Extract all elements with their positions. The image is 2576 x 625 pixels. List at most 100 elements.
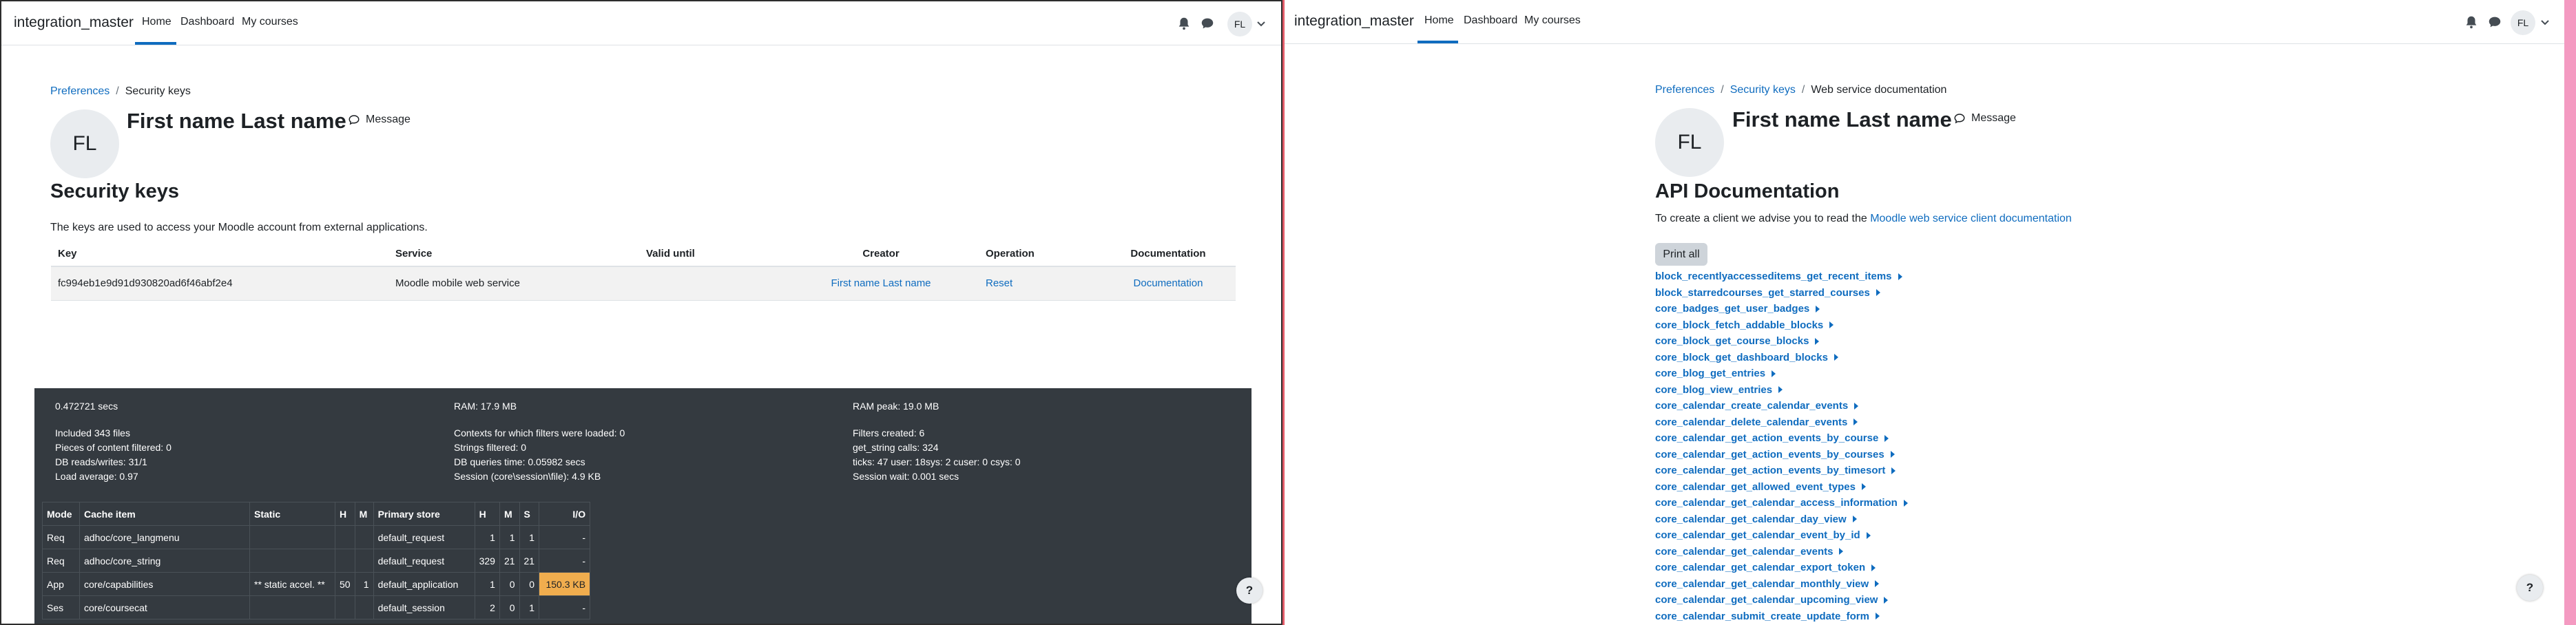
user-menu-chevron-down-icon[interactable] — [2539, 17, 2551, 28]
messages-icon[interactable] — [1200, 16, 1215, 31]
function-name[interactable]: core_calendar_get_allowed_event_types — [1655, 481, 1856, 493]
function-item[interactable]: core_calendar_get_action_events_by_times… — [1655, 463, 1908, 479]
cache-col-m2: M — [499, 502, 520, 526]
expand-triangle-icon[interactable] — [1853, 419, 1858, 426]
nav-dashboard[interactable]: Dashboard — [180, 16, 234, 28]
function-name[interactable]: core_block_fetch_addable_blocks — [1655, 319, 1823, 331]
user-avatar[interactable]: FL — [1227, 12, 1252, 36]
expand-triangle-icon[interactable] — [1890, 451, 1895, 458]
function-item[interactable]: core_calendar_get_calendar_events — [1655, 544, 1908, 560]
function-item[interactable]: core_calendar_get_action_events_by_cours… — [1655, 430, 1908, 447]
function-name[interactable]: core_block_get_dashboard_blocks — [1655, 352, 1828, 363]
function-item[interactable]: core_block_get_course_blocks — [1655, 333, 1908, 350]
expand-triangle-icon[interactable] — [1903, 499, 1908, 507]
perf-load: Load average: 0.97 — [55, 471, 138, 482]
function-item[interactable]: core_calendar_delete_calendar_events — [1655, 414, 1908, 431]
function-name[interactable]: core_calendar_get_action_events_by_times… — [1655, 465, 1885, 476]
function-item[interactable]: core_calendar_get_calendar_export_token — [1655, 560, 1908, 576]
expand-triangle-icon[interactable] — [1778, 386, 1783, 394]
expand-triangle-icon[interactable] — [1829, 321, 1834, 329]
perf-session: Session (core\session\file): 4.9 KB — [454, 471, 601, 482]
function-item[interactable]: core_blog_get_entries — [1655, 366, 1908, 382]
expand-triangle-icon[interactable] — [1816, 305, 1820, 312]
message-button[interactable]: Message — [348, 114, 411, 126]
expand-triangle-icon[interactable] — [1834, 354, 1838, 361]
help-button[interactable]: ? — [2517, 575, 2543, 601]
function-name[interactable]: core_calendar_create_calendar_events — [1655, 400, 1848, 412]
expand-triangle-icon[interactable] — [1884, 434, 1889, 442]
expand-triangle-icon[interactable] — [1854, 402, 1859, 410]
function-item[interactable]: core_block_get_dashboard_blocks — [1655, 350, 1908, 366]
user-menu-chevron-down-icon[interactable] — [1256, 18, 1267, 29]
function-name[interactable]: core_calendar_get_calendar_monthly_view — [1655, 578, 1869, 590]
site-brand[interactable]: integration_master — [1294, 13, 1414, 30]
function-item[interactable]: core_blog_view_entries — [1655, 382, 1908, 399]
documentation-link[interactable]: Documentation — [1134, 277, 1203, 289]
client-docs-link[interactable]: Moodle web service client documentation — [1870, 213, 2072, 224]
print-all-button[interactable]: Print all — [1655, 243, 1707, 266]
reset-link[interactable]: Reset — [986, 277, 1012, 289]
function-item[interactable]: core_calendar_get_calendar_day_view — [1655, 511, 1908, 528]
breadcrumb-current: Security keys — [125, 85, 191, 97]
nav-my-courses[interactable]: My courses — [1524, 14, 1581, 27]
function-item[interactable]: block_starredcourses_get_starred_courses — [1655, 285, 1908, 301]
expand-triangle-icon[interactable] — [1875, 613, 1880, 620]
function-name[interactable]: core_blog_get_entries — [1655, 368, 1765, 379]
message-button[interactable]: Message — [1953, 112, 2016, 125]
messages-icon[interactable] — [2487, 14, 2502, 30]
function-item[interactable]: core_badges_get_user_badges — [1655, 301, 1908, 317]
expand-triangle-icon[interactable] — [1866, 531, 1871, 539]
function-name[interactable]: core_calendar_get_calendar_export_token — [1655, 562, 1865, 573]
function-item[interactable]: core_calendar_get_calendar_upcoming_view — [1655, 592, 1908, 608]
function-name[interactable]: core_badges_get_user_badges — [1655, 303, 1809, 315]
function-item[interactable]: core_calendar_submit_create_update_form — [1655, 608, 1908, 625]
function-name[interactable]: core_calendar_get_calendar_day_view — [1655, 513, 1847, 525]
cache-h: 2 — [474, 595, 500, 619]
cache-item: core/capabilities — [79, 572, 250, 596]
expand-triangle-icon[interactable] — [1875, 580, 1880, 588]
function-name[interactable]: core_blog_view_entries — [1655, 384, 1772, 396]
function-item[interactable]: core_calendar_create_calendar_events — [1655, 398, 1908, 414]
function-item[interactable]: block_recentlyaccesseditems_get_recent_i… — [1655, 268, 1908, 285]
function-item[interactable]: core_calendar_get_calendar_monthly_view — [1655, 576, 1908, 593]
function-name[interactable]: core_calendar_get_action_events_by_cours… — [1655, 432, 1878, 444]
nav-my-courses[interactable]: My courses — [242, 16, 298, 28]
function-item[interactable]: core_block_fetch_addable_blocks — [1655, 317, 1908, 334]
function-name[interactable]: core_calendar_get_calendar_event_by_id — [1655, 529, 1860, 541]
expand-triangle-icon[interactable] — [1772, 370, 1776, 377]
nav-home[interactable]: Home — [142, 16, 172, 28]
function-name[interactable]: core_calendar_get_calendar_events — [1655, 546, 1833, 558]
function-item[interactable]: core_calendar_get_allowed_event_types — [1655, 479, 1908, 496]
function-name[interactable]: core_calendar_get_calendar_upcoming_view — [1655, 594, 1878, 606]
breadcrumb-preferences[interactable]: Preferences — [50, 85, 110, 97]
expand-triangle-icon[interactable] — [1884, 596, 1889, 604]
user-avatar[interactable]: FL — [2511, 10, 2535, 35]
notifications-bell-icon[interactable] — [1176, 16, 1192, 31]
function-name[interactable]: core_block_get_course_blocks — [1655, 335, 1809, 347]
expand-triangle-icon[interactable] — [1898, 273, 1902, 280]
nav-home[interactable]: Home — [1424, 14, 1454, 27]
expand-triangle-icon[interactable] — [1876, 289, 1880, 297]
expand-triangle-icon[interactable] — [1891, 467, 1896, 474]
function-name[interactable]: core_calendar_submit_create_update_form — [1655, 611, 1869, 622]
expand-triangle-icon[interactable] — [1861, 483, 1866, 491]
function-item[interactable]: core_calendar_get_calendar_event_by_id — [1655, 527, 1908, 544]
function-name[interactable]: block_recentlyaccesseditems_get_recent_i… — [1655, 271, 1892, 282]
breadcrumb-security-keys[interactable]: Security keys — [1730, 84, 1796, 96]
function-item[interactable]: core_calendar_get_calendar_access_inform… — [1655, 495, 1908, 511]
help-button[interactable]: ? — [1236, 578, 1263, 604]
expand-triangle-icon[interactable] — [1871, 564, 1876, 571]
function-name[interactable]: core_calendar_get_action_events_by_cours… — [1655, 449, 1884, 460]
expand-triangle-icon[interactable] — [1815, 337, 1820, 345]
function-name[interactable]: core_calendar_delete_calendar_events — [1655, 416, 1847, 428]
breadcrumb-preferences[interactable]: Preferences — [1655, 84, 1714, 96]
site-brand[interactable]: integration_master — [14, 14, 134, 31]
nav-dashboard[interactable]: Dashboard — [1464, 14, 1517, 27]
function-item[interactable]: core_calendar_get_action_events_by_cours… — [1655, 447, 1908, 463]
function-name[interactable]: block_starredcourses_get_starred_courses — [1655, 287, 1870, 299]
creator-link[interactable]: First name Last name — [831, 277, 931, 289]
notifications-bell-icon[interactable] — [2464, 14, 2479, 30]
function-name[interactable]: core_calendar_get_calendar_access_inform… — [1655, 497, 1898, 509]
expand-triangle-icon[interactable] — [1852, 516, 1857, 523]
expand-triangle-icon[interactable] — [1839, 548, 1844, 555]
